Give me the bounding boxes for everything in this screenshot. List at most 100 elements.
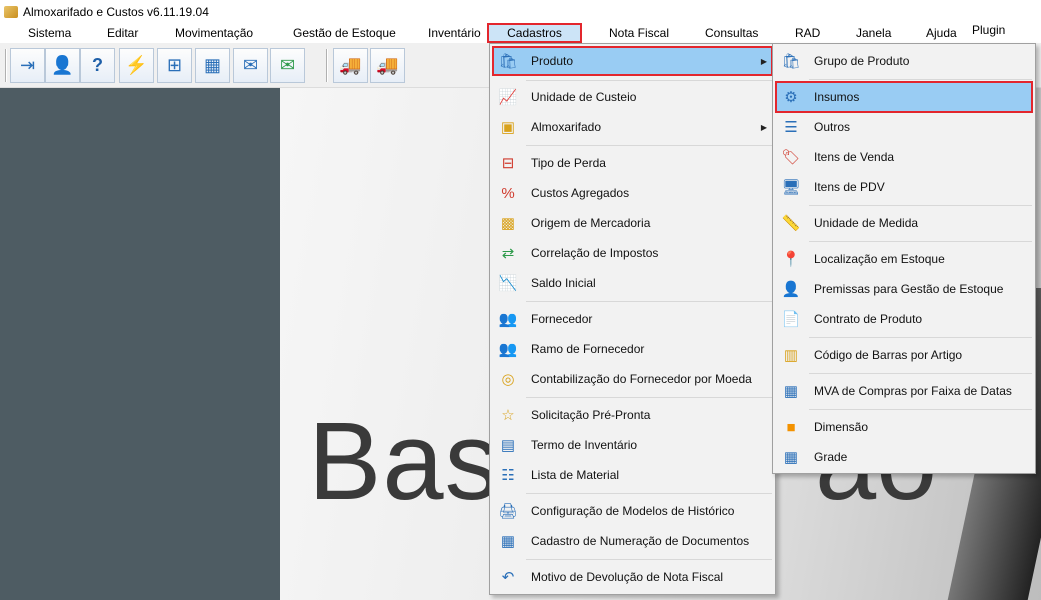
calculator-icon[interactable]: ▦: [195, 48, 230, 83]
cadastros-menu: 🛍 Produto ▶ 📈 Unidade de Custeio ▣ Almox…: [489, 43, 776, 595]
menu-inventario[interactable]: Inventário: [428, 23, 481, 43]
premises-icon: 👤: [781, 281, 801, 298]
menu-item-cadastro-numeracao-documentos[interactable]: ▦ Cadastro de Numeração de Documentos: [492, 527, 773, 555]
submenu-item-localizacao-em-estoque[interactable]: 📍 Localização em Estoque: [775, 245, 1033, 273]
menu-item-custos-agregados[interactable]: % Custos Agregados: [492, 179, 773, 207]
tax-icon: ⇄: [501, 245, 515, 262]
menu-separator: [526, 145, 772, 146]
submenu-item-dimensao[interactable]: ■ Dimensão: [775, 413, 1033, 441]
request-icon: ☆: [501, 407, 515, 424]
price-tag-icon: 🏷: [781, 149, 801, 166]
menu-item-almoxarifado[interactable]: ▣ Almoxarifado ▶: [492, 113, 773, 141]
menu-item-unidade-de-custeio[interactable]: 📈 Unidade de Custeio: [492, 83, 773, 111]
submenu-item-grupo-de-produto[interactable]: 🛍 Grupo de Produto: [775, 47, 1033, 75]
toolbar-separator: [326, 49, 328, 82]
produto-submenu: 🛍 Grupo de Produto ⚙ Insumos ☰ Outros 🏷 …: [772, 43, 1036, 474]
menu-item-saldo-inicial[interactable]: 📉 Saldo Inicial: [492, 269, 773, 297]
submenu-item-premissas-gestao-estoque[interactable]: 👤 Premissas para Gestão de Estoque: [775, 275, 1033, 303]
others-icon: ☰: [784, 119, 798, 136]
menu-item-ramo-de-fornecedor[interactable]: 👥 Ramo de Fornecedor: [492, 335, 773, 363]
splash-text-left: Bas: [308, 400, 501, 523]
barcode-icon: ▥: [783, 347, 799, 364]
supplier-icon: 👥: [498, 311, 518, 328]
percent-icon: %: [501, 184, 515, 202]
menu-item-motivo-devolucao-nota-fiscal[interactable]: ↶ Motivo de Devolução de Nota Fiscal: [492, 563, 773, 591]
menu-separator: [809, 205, 1032, 206]
grid-icon: ▦: [783, 449, 799, 466]
return-icon: ↶: [501, 569, 515, 586]
balance-chart-icon: 📉: [498, 275, 518, 292]
truck-remove-icon[interactable]: 🚚: [333, 48, 368, 83]
toolbar-separator: [5, 49, 7, 82]
window-title: Almoxarifado e Custos v6.11.19.04: [23, 4, 209, 19]
numbering-icon: ▦: [500, 533, 516, 550]
menu-nota-fiscal[interactable]: Nota Fiscal: [609, 23, 669, 43]
printer-icon: 🖨: [498, 503, 518, 520]
truck-box-icon[interactable]: 🚚: [370, 48, 405, 83]
help-icon[interactable]: ?: [80, 48, 115, 83]
menu-ajuda[interactable]: Ajuda: [926, 23, 957, 43]
exit-icon[interactable]: ⇥: [10, 48, 45, 83]
envelope-send-icon[interactable]: ✉: [270, 48, 305, 83]
envelope-icon[interactable]: ✉: [233, 48, 268, 83]
submenu-item-unidade-de-medida[interactable]: 📏 Unidade de Medida: [775, 209, 1033, 237]
product-box-icon: 🛍: [498, 53, 518, 70]
coins-icon: ◎: [501, 371, 515, 388]
menu-item-tipo-de-perda[interactable]: ⊟ Tipo de Perda: [492, 149, 773, 177]
submenu-item-contrato-de-produto[interactable]: 📄 Contrato de Produto: [775, 305, 1033, 333]
menu-gestao-de-estoque[interactable]: Gestão de Estoque: [293, 23, 396, 43]
menu-rad[interactable]: RAD: [795, 23, 820, 43]
user-icon[interactable]: 👤: [45, 48, 80, 83]
title-bar: Almoxarifado e Custos v6.11.19.04: [0, 0, 1041, 23]
menu-item-origem-de-mercadoria[interactable]: ▩ Origem de Mercadoria: [492, 209, 773, 237]
dimension-icon: ■: [786, 418, 796, 436]
menu-item-produto[interactable]: 🛍 Produto ▶: [492, 46, 773, 76]
material-list-icon: ☷: [501, 467, 515, 484]
menu-item-solicitacao-pre-pronta[interactable]: ☆ Solicitação Pré-Pronta: [492, 401, 773, 429]
menu-item-lista-de-material[interactable]: ☷ Lista de Material: [492, 461, 773, 489]
menu-separator: [526, 493, 772, 494]
menu-movimentacao[interactable]: Movimentação: [175, 23, 253, 43]
inventory-doc-icon: ▤: [500, 437, 516, 454]
menu-item-fornecedor[interactable]: 👥 Fornecedor: [492, 305, 773, 333]
inputs-icon: ⚙: [784, 89, 798, 106]
boxes-icon: ▣: [500, 119, 516, 136]
submenu-item-grade[interactable]: ▦ Grade: [775, 443, 1033, 471]
submenu-item-outros[interactable]: ☰ Outros: [775, 113, 1033, 141]
menu-item-contabilizacao-fornecedor-moeda[interactable]: ◎ Contabilização do Fornecedor por Moeda: [492, 365, 773, 393]
ruler-icon: 📏: [781, 215, 801, 232]
menu-editar[interactable]: Editar: [107, 23, 138, 43]
contract-icon: 📄: [781, 311, 801, 328]
submenu-item-itens-de-venda[interactable]: 🏷 Itens de Venda: [775, 143, 1033, 171]
submenu-arrow-icon: ▶: [760, 56, 767, 66]
menu-separator: [809, 241, 1032, 242]
submenu-item-mva-de-compras[interactable]: ▦ MVA de Compras por Faixa de Datas: [775, 377, 1033, 405]
menu-separator: [526, 559, 772, 560]
submenu-item-codigo-de-barras[interactable]: ▥ Código de Barras por Artigo: [775, 341, 1033, 369]
menu-item-configuracao-modelos-historico[interactable]: 🖨 Configuração de Modelos de Histórico: [492, 497, 773, 525]
menu-separator: [809, 337, 1032, 338]
submenu-item-insumos[interactable]: ⚙ Insumos: [775, 81, 1033, 113]
loss-icon: ⊟: [501, 155, 515, 172]
org-chart-icon[interactable]: ⊞: [157, 48, 192, 83]
submenu-arrow-icon: ▶: [760, 122, 767, 132]
menu-separator: [809, 409, 1032, 410]
origin-icon: ▩: [500, 215, 516, 232]
menu-separator: [526, 397, 772, 398]
menu-separator: [526, 80, 772, 81]
pos-monitor-icon: 🖥: [781, 179, 801, 196]
menu-cadastros[interactable]: Cadastros: [487, 23, 582, 43]
product-group-icon: 🛍: [781, 53, 801, 70]
chart-icon: 📈: [498, 89, 518, 106]
menu-consultas[interactable]: Consultas: [705, 23, 758, 43]
app-logo-icon: [4, 5, 18, 18]
menu-janela[interactable]: Janela: [856, 23, 891, 43]
submenu-item-itens-de-pdv[interactable]: 🖥 Itens de PDV: [775, 173, 1033, 201]
menu-plugin[interactable]: Plugin: [972, 20, 1005, 40]
menu-sistema[interactable]: Sistema: [28, 23, 71, 43]
menu-item-correlacao-de-impostos[interactable]: ⇄ Correlação de Impostos: [492, 239, 773, 267]
lightning-icon[interactable]: ⚡: [119, 48, 154, 83]
menu-item-termo-de-inventario[interactable]: ▤ Termo de Inventário: [492, 431, 773, 459]
menu-separator: [809, 79, 1032, 80]
supplier-branch-icon: 👥: [498, 341, 518, 358]
